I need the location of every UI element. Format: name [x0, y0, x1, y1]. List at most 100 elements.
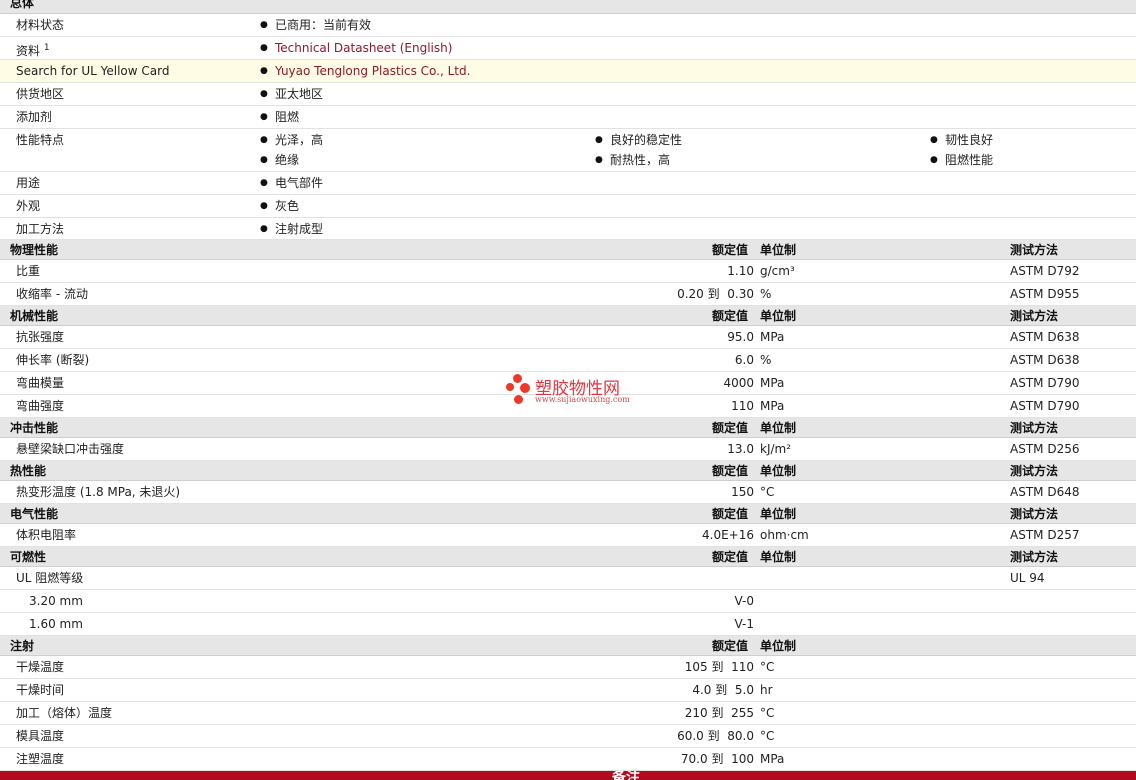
- section-header-impact: 冲击性能 额定值 单位制 测试方法: [0, 418, 1136, 438]
- row-label: 模具温度: [16, 729, 65, 743]
- section-title: 热性能: [10, 464, 47, 478]
- general-row-processing: 加工方法 注射成型: [0, 218, 1136, 240]
- row-unit: hr: [760, 683, 773, 697]
- col-header-nominal: 额定值: [712, 421, 749, 435]
- col-header-method: 测试方法: [1010, 550, 1059, 564]
- row-method: ASTM D257: [1010, 528, 1080, 542]
- mechanical-row-elongation: 伸长率 (断裂) 6.0 % ASTM D638: [0, 349, 1136, 372]
- general-row-features: 性能特点 光泽，高 绝缘 良好的稳定性 耐热性，高 韧性良好 阻燃性能: [0, 129, 1136, 172]
- datasheet-link[interactable]: Technical Datasheet (English): [260, 37, 452, 59]
- section-title: 物理性能: [10, 243, 59, 257]
- row-method: ASTM D955: [1010, 287, 1080, 301]
- row-label: 加工（熔体）温度: [16, 706, 113, 720]
- col-header-unit: 单位制: [760, 464, 797, 478]
- col-header-unit: 单位制: [760, 507, 797, 521]
- general-row-region: 供货地区 亚太地区: [0, 83, 1136, 106]
- section-header-flammability: 可燃性 额定值 单位制 测试方法: [0, 547, 1136, 567]
- row-label: 性能特点: [16, 133, 65, 147]
- col-header-nominal: 额定值: [712, 550, 749, 564]
- row-label: 用途: [16, 176, 41, 190]
- feature-item: 良好的稳定性: [595, 130, 682, 150]
- section-header-physical: 物理性能 额定值 单位制 测试方法: [0, 240, 1136, 260]
- section-title: 机械性能: [10, 309, 59, 323]
- row-label: 添加剂: [16, 110, 53, 124]
- row-unit: °C: [760, 729, 775, 743]
- row-method: UL 94: [1010, 571, 1045, 585]
- row-unit: MPa: [760, 752, 785, 766]
- row-method: ASTM D638: [1010, 353, 1080, 367]
- row-value: 已商用：当前有效: [260, 14, 371, 36]
- flammability-row-1-60mm: 1.60 mm V-1: [0, 613, 1136, 636]
- section-title: 可燃性: [10, 550, 47, 564]
- mechanical-row-tensile: 抗张强度 95.0 MPa ASTM D638: [0, 326, 1136, 349]
- section-header-general: 总体: [0, 0, 1136, 14]
- col-header-nominal: 额定值: [712, 309, 749, 323]
- feature-item: 韧性良好: [930, 130, 993, 150]
- row-unit: MPa: [760, 376, 785, 390]
- general-row-datasheet: 资料 1 Technical Datasheet (English): [0, 37, 1136, 60]
- electrical-row-resistivity: 体积电阻率 4.0E+16 ohm·cm ASTM D257: [0, 524, 1136, 547]
- general-row-ul-card: Search for UL Yellow Card Yuyao Tenglong…: [0, 60, 1136, 83]
- logo-dot-icon: [513, 374, 522, 383]
- feature-item: 阻燃性能: [930, 150, 993, 170]
- section-header-thermal: 热性能 额定值 单位制 测试方法: [0, 461, 1136, 481]
- col-header-nominal: 额定值: [712, 464, 749, 478]
- row-unit: %: [760, 353, 772, 367]
- row-value: 110: [731, 399, 754, 413]
- col-header-method: 测试方法: [1010, 507, 1059, 521]
- row-value: 4000: [723, 376, 754, 390]
- col-header-nominal: 额定值: [712, 639, 749, 653]
- row-method: ASTM D256: [1010, 442, 1080, 456]
- row-label: 3.20 mm: [29, 594, 83, 608]
- row-value: 4.0E+16: [702, 528, 754, 542]
- notes-header: 备注: [0, 771, 1136, 780]
- row-value: 13.0: [727, 442, 754, 456]
- ul-card-search-link[interactable]: Search for UL Yellow Card: [16, 60, 169, 82]
- row-label: UL 阻燃等级: [16, 571, 84, 585]
- row-label: 体积电阻率: [16, 528, 77, 542]
- col-header-method: 测试方法: [1010, 243, 1059, 257]
- row-label: 收缩率 - 流动: [16, 287, 88, 301]
- row-method: ASTM D790: [1010, 376, 1080, 390]
- row-label: 比重: [16, 264, 41, 278]
- feature-item: 光泽，高: [260, 130, 323, 150]
- injection-row-drying-temp: 干燥温度 105 到 110 °C: [0, 656, 1136, 679]
- flammability-row-3-20mm: 3.20 mm V-0: [0, 590, 1136, 613]
- supplier-link[interactable]: Yuyao Tenglong Plastics Co., Ltd.: [260, 60, 470, 82]
- row-value: 0.20 到 0.30: [677, 287, 754, 301]
- col-header-nominal: 额定值: [712, 243, 749, 257]
- logo-dot-icon: [520, 383, 530, 393]
- row-value: 亚太地区: [260, 83, 323, 105]
- row-value: 1.10: [727, 264, 754, 278]
- row-label: 弯曲强度: [16, 399, 65, 413]
- logo-dot-icon: [506, 383, 514, 391]
- row-unit: MPa: [760, 330, 785, 344]
- injection-row-mold-temp: 模具温度 60.0 到 80.0 °C: [0, 725, 1136, 748]
- row-value: 60.0 到 80.0: [677, 729, 754, 743]
- row-label: 抗张强度: [16, 330, 65, 344]
- row-value: 105 到 110: [684, 660, 754, 674]
- row-label: 供货地区: [16, 87, 65, 101]
- section-title: 总体: [10, 0, 35, 10]
- col-header-method: 测试方法: [1010, 464, 1059, 478]
- row-value: V-0: [734, 594, 754, 608]
- row-method: ASTM D638: [1010, 330, 1080, 344]
- row-value: 150: [731, 485, 754, 499]
- row-value: 4.0 到 5.0: [692, 683, 754, 697]
- col-header-unit: 单位制: [760, 421, 797, 435]
- thermal-row-hdt: 热变形温度 (1.8 MPa, 未退火) 150 °C ASTM D648: [0, 481, 1136, 504]
- section-title: 冲击性能: [10, 421, 59, 435]
- row-unit: °C: [760, 706, 775, 720]
- row-label: 资料 1: [16, 43, 50, 58]
- section-header-mechanical: 机械性能 额定值 单位制 测试方法: [0, 306, 1136, 326]
- row-value: 阻燃: [260, 106, 299, 128]
- row-unit: kJ/m²: [760, 442, 792, 456]
- col-header-nominal: 额定值: [712, 507, 749, 521]
- section-header-electrical: 电气性能 额定值 单位制 测试方法: [0, 504, 1136, 524]
- feature-item: 耐热性，高: [595, 150, 670, 170]
- row-label: 干燥时间: [16, 683, 65, 697]
- row-value: 灰色: [260, 195, 299, 217]
- watermark-logo: 塑胶物性网 www.sujiaowuxing.com: [505, 373, 645, 407]
- section-title: 电气性能: [10, 507, 59, 521]
- feature-item: 绝缘: [260, 150, 299, 170]
